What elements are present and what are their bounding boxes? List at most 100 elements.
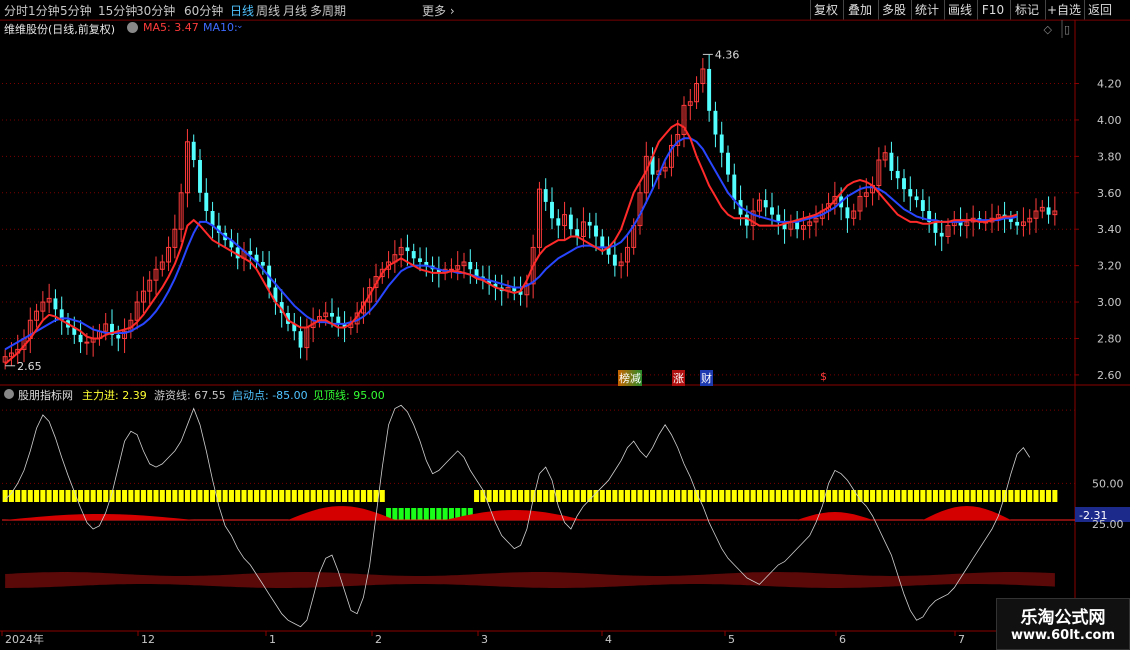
main-in-bar <box>876 490 882 502</box>
main-in-bar <box>587 490 593 502</box>
candle-body <box>430 265 435 270</box>
main-in-bar <box>863 490 869 502</box>
candle-body <box>726 152 730 175</box>
candle-body <box>66 320 70 328</box>
main-in-bar <box>920 490 926 502</box>
toolbar-button-7[interactable]: +自选 <box>1045 0 1082 20</box>
toolbar-button-3[interactable]: 统计 <box>911 0 942 20</box>
candle-body <box>53 298 58 310</box>
candle-body <box>505 286 511 292</box>
candle-body <box>550 201 554 219</box>
main-in-bar <box>800 490 806 502</box>
candle-body <box>72 327 77 335</box>
candle-body <box>933 221 938 233</box>
main-in-bar <box>411 508 417 520</box>
main-in-bar <box>172 490 178 502</box>
youzi-label: 游资线: 67.55 <box>154 389 226 402</box>
main-in-bar <box>662 490 668 502</box>
candle-body <box>279 302 284 313</box>
candle-body <box>643 155 649 194</box>
candle-body <box>468 261 473 270</box>
toolbar-button-0[interactable]: 复权 <box>810 0 841 20</box>
main-in-bar <box>448 508 454 520</box>
main-in-bar <box>34 490 40 502</box>
tab-period-9[interactable]: 多周期 <box>310 2 346 19</box>
candle-body <box>832 195 838 205</box>
price-tick-label: 3.40 <box>1097 223 1122 236</box>
candle-body <box>46 297 52 303</box>
toolbar-button-5[interactable]: F10 <box>977 0 1008 20</box>
candle-body <box>267 265 272 288</box>
main-in-bar <box>467 508 473 520</box>
diamond-icon[interactable]: ◇ <box>1044 23 1052 36</box>
event-tag[interactable]: $ <box>820 370 827 383</box>
candle-body <box>1002 214 1007 219</box>
candle-body <box>392 254 398 263</box>
candle-body <box>273 287 278 303</box>
candle-body <box>292 323 297 332</box>
tab-period-2[interactable]: 5分钟 <box>60 2 92 19</box>
candle-body <box>461 261 467 267</box>
tab-period-3[interactable]: 15分钟 <box>98 2 137 19</box>
toolbar-button-4[interactable]: 画线 <box>944 0 975 20</box>
main-in-bar <box>983 490 989 502</box>
candle-body <box>223 232 228 241</box>
main-in-bar <box>2 490 8 502</box>
candle-body <box>562 214 568 227</box>
tab-period-4[interactable]: 30分钟 <box>136 2 175 19</box>
panel-toggle-icon[interactable]: ▯ <box>1064 23 1070 36</box>
tab-period-5[interactable]: 60分钟 <box>184 2 223 19</box>
main-in-bar <box>367 490 373 502</box>
candle-body <box>939 232 944 237</box>
main-in-bar <box>46 490 52 502</box>
event-tag[interactable]: 财 <box>700 370 713 386</box>
main-in-bar <box>235 490 241 502</box>
settings-toggle-icon[interactable] <box>127 22 138 33</box>
chevron-down-icon[interactable]: ⌄ <box>236 21 244 31</box>
main-in-bar <box>870 490 876 502</box>
candle-body <box>631 225 637 248</box>
main-in-bar <box>1052 490 1058 502</box>
main-in-bar <box>228 490 234 502</box>
main-in-bar <box>945 490 951 502</box>
main-in-bar <box>543 490 549 502</box>
tab-period-0[interactable]: 分时 <box>4 2 28 19</box>
candle-body <box>1020 221 1026 227</box>
tab-period-1[interactable]: 1分钟 <box>28 2 60 19</box>
price-tick-label: 3.80 <box>1097 150 1122 163</box>
toolbar-button-8[interactable]: 返回 <box>1084 0 1115 20</box>
main-in-bar <box>71 490 77 502</box>
tab-period-8[interactable]: 月线 <box>283 2 307 19</box>
main-in-bar <box>254 490 260 502</box>
main-in-bar <box>8 490 14 502</box>
candle-body <box>536 188 542 248</box>
toolbar-button-2[interactable]: 多股 <box>878 0 909 20</box>
candle-body <box>700 68 706 85</box>
main-in-bar <box>480 490 486 502</box>
price-chart[interactable]: 4.36 2.65 -2.31 2.60 2.80 3.00 3.20 3.40 3.60 3… <box>0 0 1130 650</box>
main-in-bar <box>430 508 436 520</box>
dark-band <box>5 572 1055 588</box>
candle-body <box>587 221 592 226</box>
candle-body <box>436 269 441 273</box>
candle-body <box>442 268 448 274</box>
event-tag[interactable]: 榜减 <box>618 370 642 386</box>
candle-body <box>96 330 102 339</box>
event-tag[interactable]: 涨 <box>672 370 685 386</box>
main-in-bar <box>52 490 58 502</box>
main-in-bar <box>360 490 366 502</box>
tab-period-6[interactable]: 日线 <box>230 2 254 19</box>
tab-more[interactable]: 更多 › <box>422 2 455 19</box>
main-in-bar <box>687 490 693 502</box>
tab-period-7[interactable]: 周线 <box>256 2 280 19</box>
indicator-tick-label: 50.00 <box>1092 477 1124 490</box>
candle-body <box>750 210 756 227</box>
candle-body <box>204 192 209 211</box>
toolbar-button-1[interactable]: 叠加 <box>843 0 876 20</box>
main-in-bar <box>247 490 253 502</box>
candle-body <box>1008 218 1013 222</box>
toolbar-button-6[interactable]: 标记 <box>1010 0 1043 20</box>
price-tick-label: 3.20 <box>1097 260 1122 273</box>
settings-toggle-icon[interactable] <box>4 389 14 399</box>
main-in-bar <box>1039 490 1045 502</box>
